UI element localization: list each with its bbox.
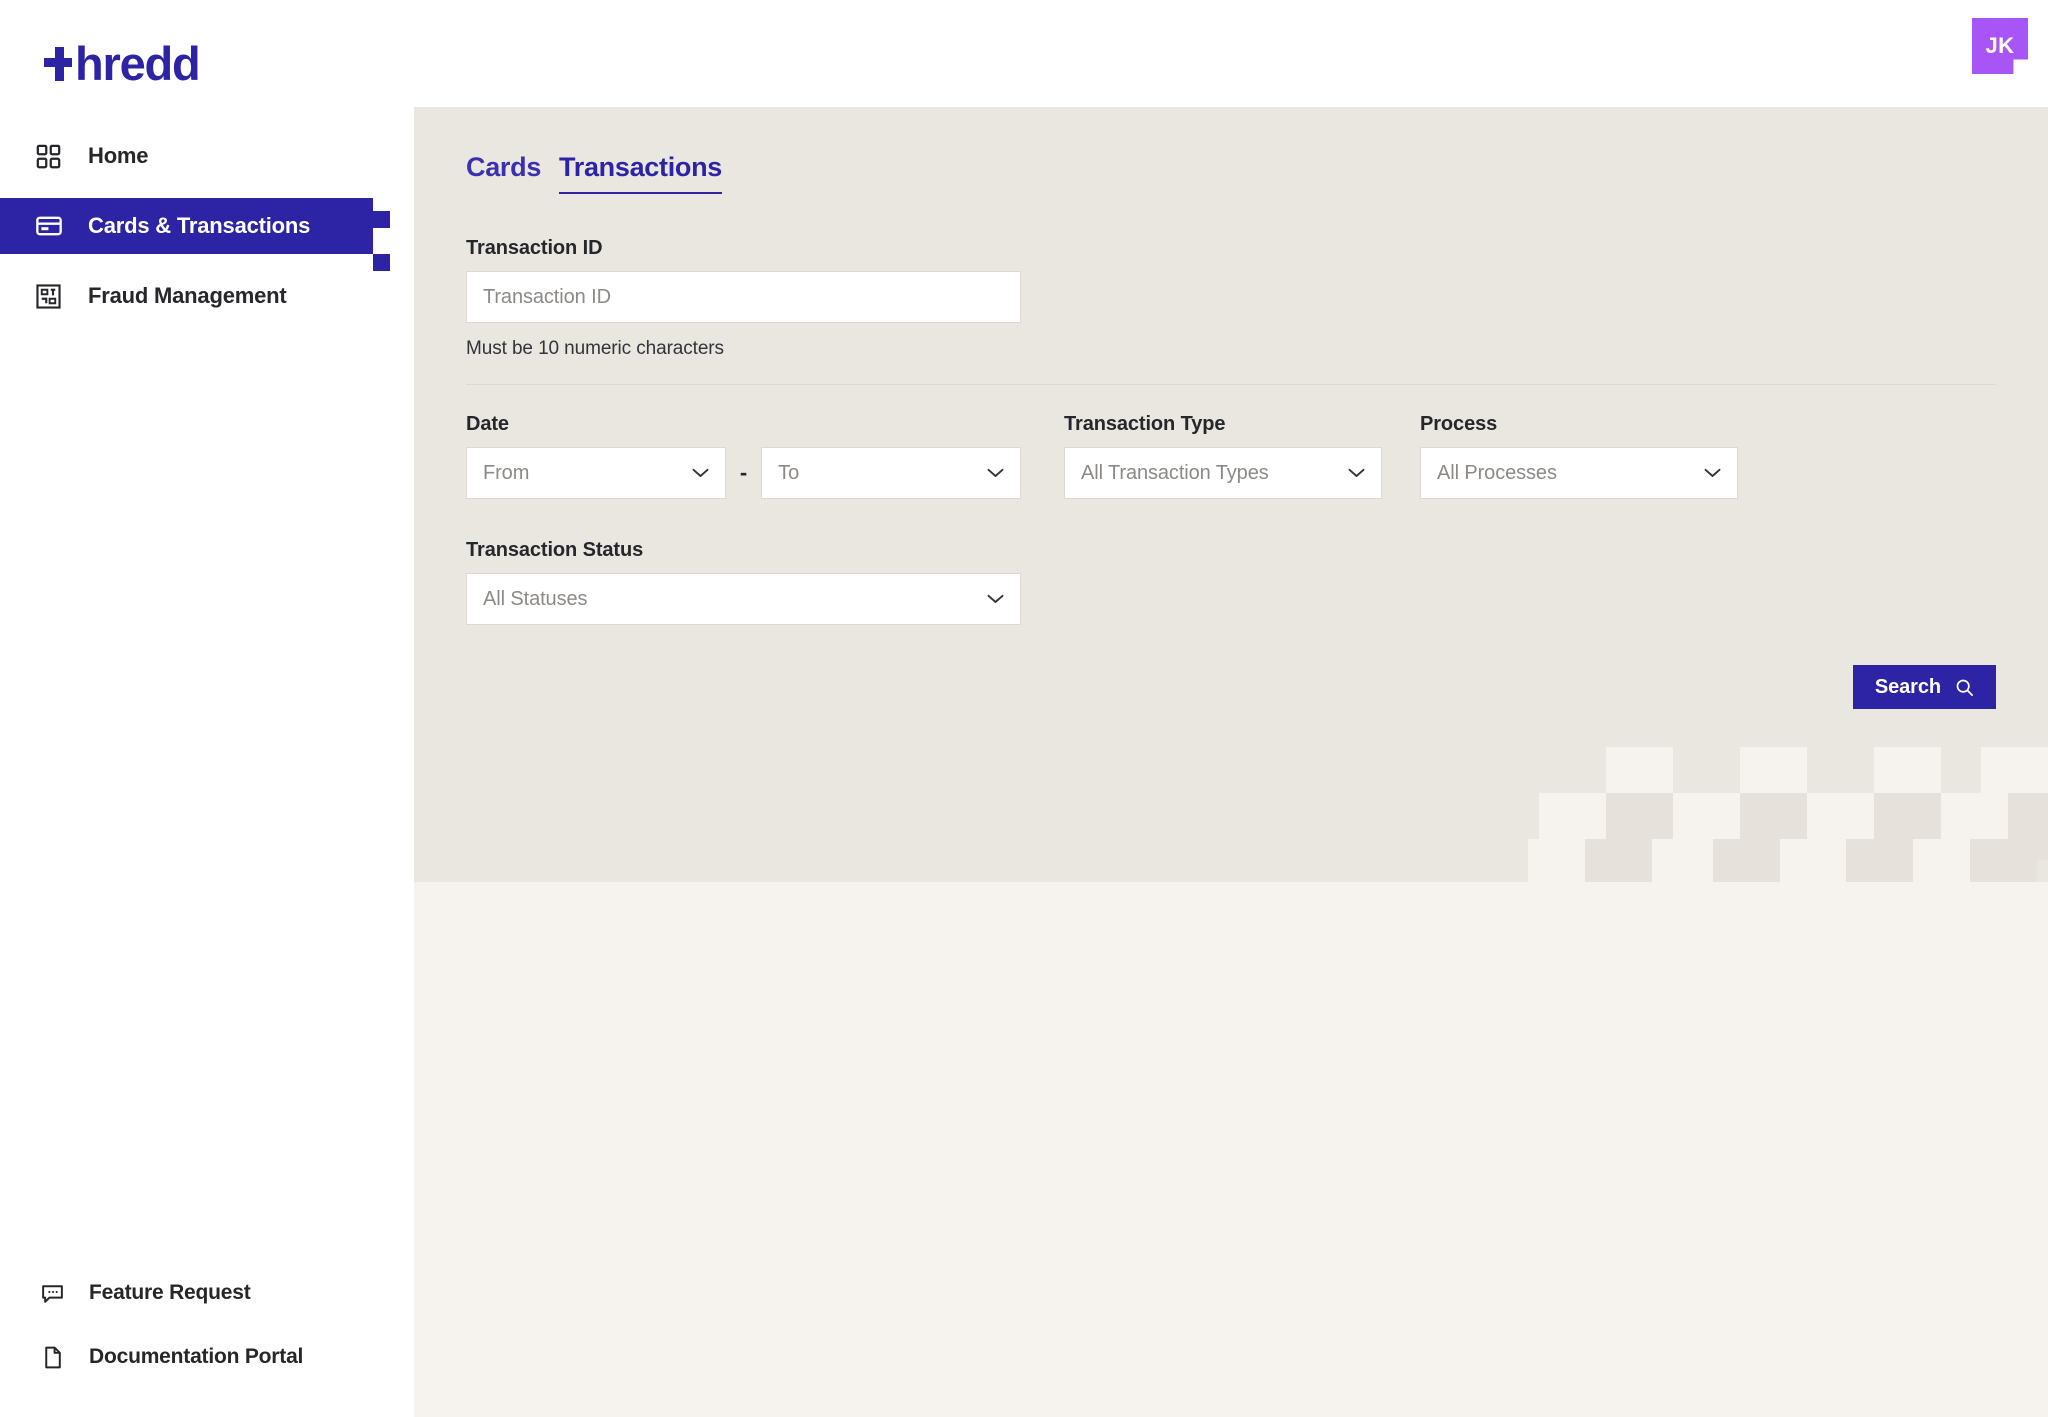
plus-t-mark-icon bbox=[44, 46, 74, 81]
chevron-down-icon bbox=[1348, 468, 1365, 478]
document-icon bbox=[38, 1343, 67, 1372]
app-root: hredd Home Cards & Transactions Fraud Ma… bbox=[0, 0, 2048, 1417]
date-range-separator: - bbox=[739, 460, 748, 485]
search-button[interactable]: Search bbox=[1852, 665, 1996, 709]
sidebar-item-feature-request[interactable]: Feature Request bbox=[0, 1271, 414, 1315]
pixel-decoration-pattern bbox=[1528, 747, 2048, 882]
transaction-status-select[interactable]: All Statuses bbox=[466, 573, 1021, 625]
process-select[interactable]: All Processes bbox=[1420, 447, 1738, 499]
tab-transactions[interactable]: Transactions bbox=[559, 152, 722, 194]
brand-name: hredd bbox=[75, 36, 201, 90]
section-divider bbox=[466, 384, 1996, 385]
transaction-status-placeholder: All Statuses bbox=[483, 587, 588, 610]
process-label: Process bbox=[1420, 413, 1498, 435]
pixel-decoration bbox=[373, 211, 390, 228]
avatar-initials: JK bbox=[1972, 18, 2028, 74]
chevron-down-icon bbox=[987, 468, 1004, 478]
transaction-id-placeholder: Transaction ID bbox=[483, 285, 611, 308]
transaction-id-label: Transaction ID bbox=[466, 237, 603, 259]
main-content: Cards Transactions Transaction ID Transa… bbox=[414, 107, 2048, 1417]
search-form: Cards Transactions Transaction ID Transa… bbox=[466, 152, 1996, 709]
grid-icon bbox=[34, 142, 63, 171]
avatar[interactable]: JK bbox=[1972, 18, 2028, 74]
process-placeholder: All Processes bbox=[1437, 461, 1557, 484]
sidebar-item-label: Cards & Transactions bbox=[88, 213, 311, 238]
search-action-row: Search bbox=[466, 665, 1996, 709]
transaction-search-panel: Cards Transactions Transaction ID Transa… bbox=[414, 107, 2048, 882]
tab-cards[interactable]: Cards bbox=[466, 152, 541, 194]
search-icon bbox=[1955, 678, 1974, 697]
sidebar-item-home[interactable]: Home bbox=[0, 128, 414, 184]
filters-row: Date From - To Transaction Type All Tran… bbox=[466, 413, 1996, 499]
fraud-shield-icon bbox=[34, 282, 63, 311]
date-field-group: Date From - To bbox=[466, 413, 1022, 499]
transaction-status-label: Transaction Status bbox=[466, 539, 644, 561]
brand-logo[interactable]: hredd bbox=[44, 36, 201, 90]
chevron-down-icon bbox=[1704, 468, 1721, 478]
sidebar-item-cards-transactions[interactable]: Cards & Transactions bbox=[0, 198, 390, 271]
sidebar-item-label: Home bbox=[88, 143, 149, 168]
primary-navigation: Home Cards & Transactions Fraud Manageme… bbox=[0, 128, 414, 338]
sidebar-item-label: Feature Request bbox=[89, 1281, 251, 1304]
transaction-type-label: Transaction Type bbox=[1064, 413, 1226, 435]
content-tabs: Cards Transactions bbox=[466, 152, 1996, 194]
date-to-placeholder: To bbox=[778, 461, 800, 484]
transaction-id-helper-text: Must be 10 numeric characters bbox=[466, 338, 724, 359]
sidebar-item-label: Documentation Portal bbox=[89, 1345, 304, 1368]
sidebar-item-label: Fraud Management bbox=[88, 283, 287, 308]
transaction-type-field-group: Transaction Type All Transaction Types bbox=[1064, 413, 1382, 499]
process-field-group: Process All Processes bbox=[1420, 413, 1738, 499]
credit-card-icon bbox=[34, 212, 63, 241]
transaction-status-field-group: Transaction Status All Statuses bbox=[466, 539, 1021, 625]
search-button-label: Search bbox=[1874, 675, 1941, 698]
sidebar-item-documentation-portal[interactable]: Documentation Portal bbox=[0, 1335, 414, 1379]
transaction-type-select[interactable]: All Transaction Types bbox=[1064, 447, 1382, 499]
date-label: Date bbox=[466, 413, 509, 435]
date-from-placeholder: From bbox=[483, 461, 530, 484]
date-to-select[interactable]: To bbox=[761, 447, 1022, 499]
transaction-type-placeholder: All Transaction Types bbox=[1081, 461, 1269, 484]
sidebar-secondary-links: Feature Request Documentation Portal bbox=[0, 1271, 414, 1379]
date-from-select[interactable]: From bbox=[466, 447, 726, 499]
transaction-id-input[interactable]: Transaction ID bbox=[466, 271, 1021, 323]
sidebar-item-fraud-management[interactable]: Fraud Management bbox=[0, 268, 414, 324]
chat-bubble-icon bbox=[38, 1279, 67, 1308]
chevron-down-icon bbox=[692, 468, 709, 478]
transaction-id-field-group: Transaction ID Transaction ID Must be 10… bbox=[466, 237, 1021, 360]
chevron-down-icon bbox=[987, 594, 1004, 604]
sidebar: hredd Home Cards & Transactions Fraud Ma… bbox=[0, 0, 414, 1417]
